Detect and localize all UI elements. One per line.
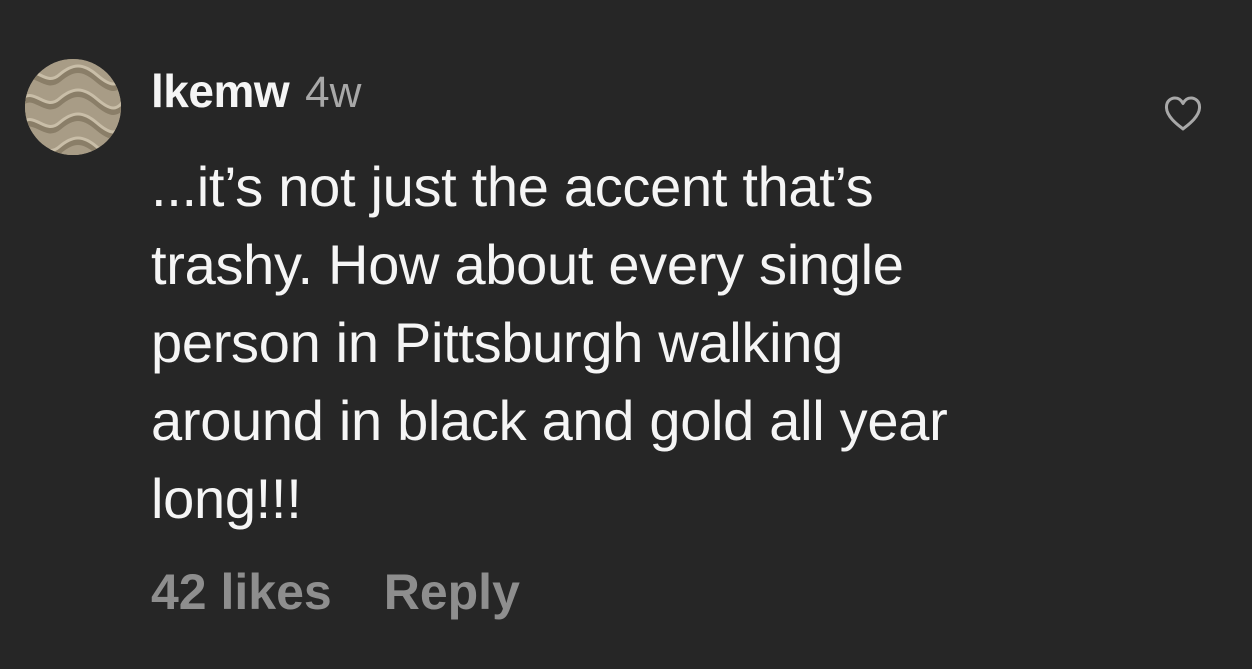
comment: lkemw 4w ...it’s not just the accent tha… (0, 0, 1252, 669)
username[interactable]: lkemw (151, 64, 290, 118)
likes-count-button[interactable]: 42 likes (151, 563, 332, 621)
knit-pattern-avatar (25, 59, 121, 155)
heart-outline-icon[interactable] (1164, 96, 1202, 132)
reply-button[interactable]: Reply (384, 563, 520, 621)
avatar[interactable] (25, 59, 121, 155)
timestamp: 4w (305, 68, 362, 117)
comment-text: ...it’s not just the accent that’s trash… (151, 155, 948, 530)
comment-actions: 42 likes Reply (151, 558, 520, 626)
comment-header: lkemw 4w (151, 64, 361, 124)
